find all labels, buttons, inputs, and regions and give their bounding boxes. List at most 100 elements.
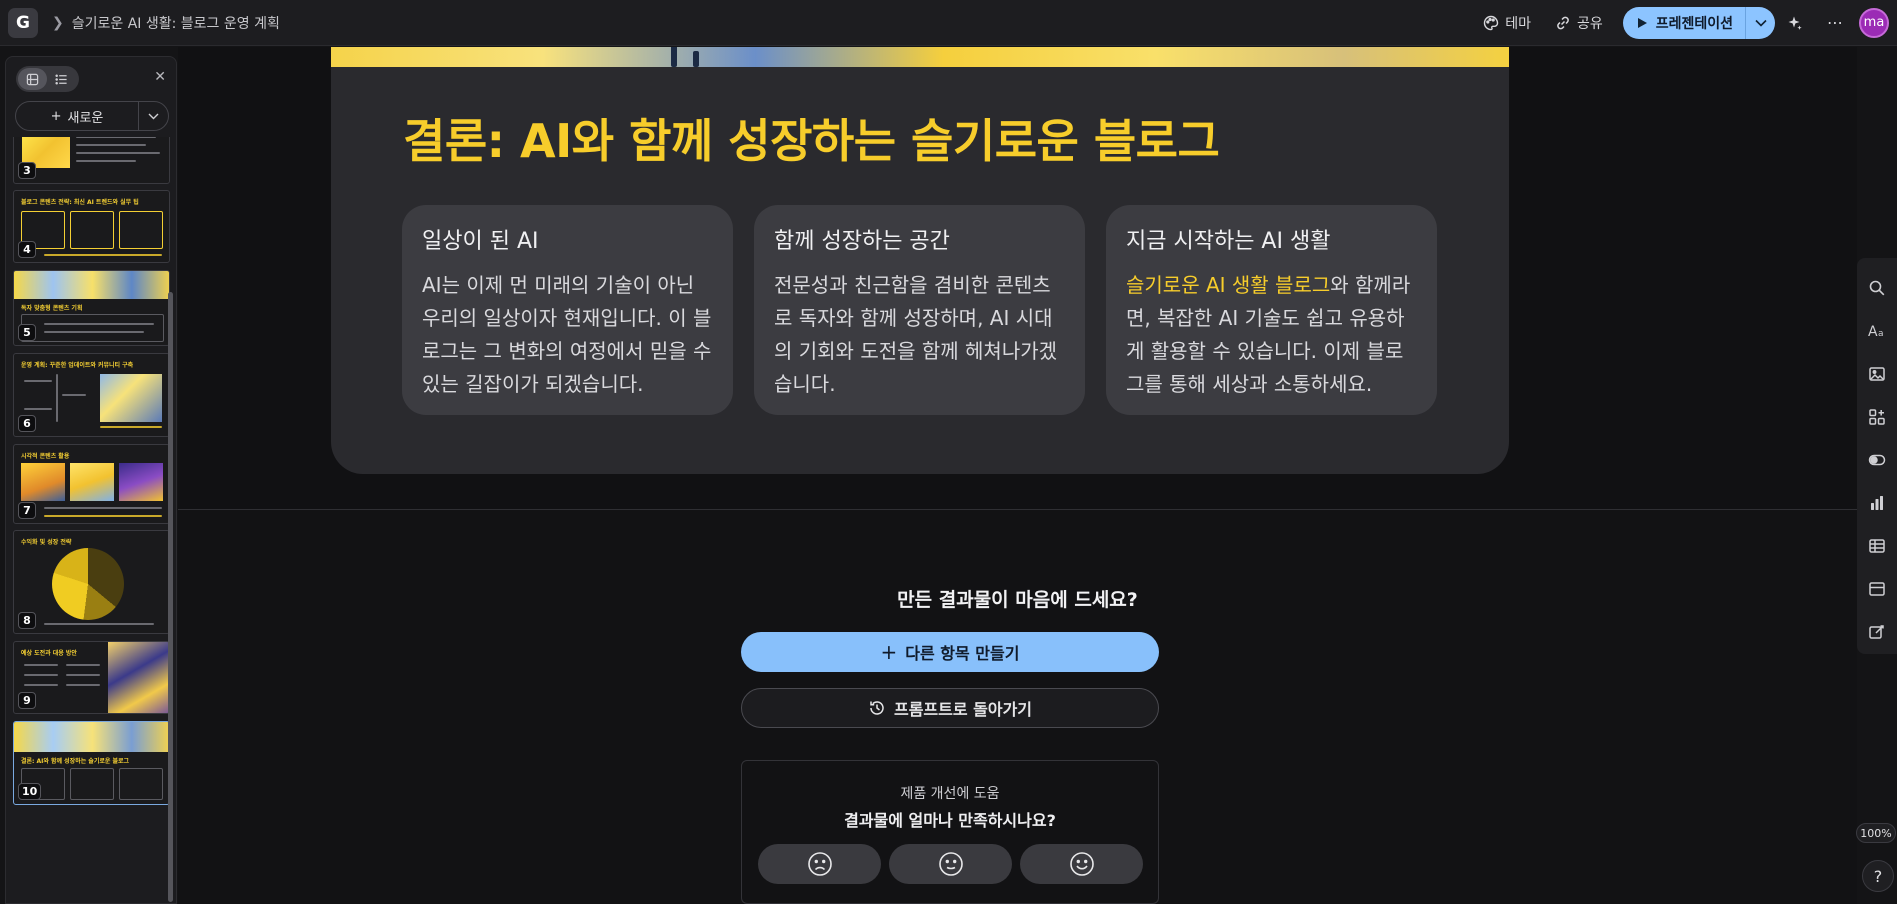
new-slide-button[interactable]: + 새로운 xyxy=(16,107,138,126)
help-icon: ? xyxy=(1873,866,1883,886)
table-button[interactable] xyxy=(1857,525,1897,568)
present-dropdown-button[interactable] xyxy=(1745,6,1775,39)
thumbnail-text-line xyxy=(66,674,100,676)
present-label: 프레젠테이션 xyxy=(1655,15,1733,32)
illustration-figure xyxy=(693,51,699,67)
add-block-icon xyxy=(1869,409,1885,425)
back-to-prompt-button[interactable]: 프롬프트로 돌아가기 xyxy=(741,688,1159,728)
help-button[interactable]: ? xyxy=(1862,860,1894,892)
link-icon xyxy=(1557,16,1569,29)
slide-thumbnail-6[interactable]: 운영 계획: 꾸준한 업데이트와 커뮤니티 구축 6 xyxy=(13,353,170,437)
thumbnail-image xyxy=(108,642,169,713)
slide-10[interactable]: 결론: AI와 함께 성장하는 슬기로운 블로그 일상이 된 AI AI는 이제… xyxy=(331,47,1509,474)
chart-button[interactable] xyxy=(1857,482,1897,525)
back-to-prompt-label: 프롬프트로 돌아가기 xyxy=(893,700,1033,719)
create-another-button[interactable]: + 다른 항목 만들기 xyxy=(741,632,1159,672)
thumbnail-title: 결론: AI와 함께 성장하는 슬기로운 블로그 xyxy=(21,758,130,765)
toggle-button[interactable] xyxy=(1857,438,1897,481)
card-body: 전문성과 친근함을 겸비한 콘텐츠로 독자와 함께 성장하며, AI 시대의 기… xyxy=(774,273,1058,396)
thumbnail-text-line xyxy=(44,507,162,509)
thumbnail-text-line xyxy=(24,664,58,666)
card-growing-space[interactable]: 함께 성장하는 공간 전문성과 친근함을 겸비한 콘텐츠로 독자와 함께 성장하… xyxy=(754,205,1085,415)
slide-number: 6 xyxy=(18,415,36,432)
card-body: 슬기로운 AI 생활 블로그와 함께라면, 복잡한 AI 기술도 쉽고 유용하게… xyxy=(1126,269,1417,401)
slide-number: 4 xyxy=(18,241,36,258)
theme-label: 테마 xyxy=(1505,15,1531,32)
slide-thumbnail-4[interactable]: 블로그 콘텐츠 전략: 최신 AI 트렌드와 실무 팁 4 xyxy=(13,190,170,263)
rating-neutral-button[interactable] xyxy=(889,844,1012,884)
image-button[interactable] xyxy=(1857,352,1897,395)
slide-number: 7 xyxy=(18,502,36,519)
slide-thumbnail-9[interactable]: 예상 도전과 대응 방안 9 xyxy=(13,641,170,714)
layout-button[interactable] xyxy=(1857,568,1897,611)
thumbnail-card xyxy=(119,211,163,249)
text-style-button[interactable]: Aa xyxy=(1857,309,1897,352)
search-button[interactable] xyxy=(1857,266,1897,309)
slide-area: 결론: AI와 함께 성장하는 슬기로운 블로그 일상이 된 AI AI는 이제… xyxy=(178,47,1857,510)
font-size-icon: Aa xyxy=(1868,324,1884,340)
slide-thumbnail-7[interactable]: 시각적 콘텐츠 활용 7 xyxy=(13,444,170,524)
slide-title[interactable]: 결론: AI와 함께 성장하는 슬기로운 블로그 xyxy=(403,105,1220,171)
table-icon xyxy=(1869,539,1885,553)
zoom-level[interactable]: 100% xyxy=(1856,823,1896,843)
home-logo[interactable]: G xyxy=(8,7,38,38)
thumbnail-text-line xyxy=(44,515,162,517)
slide-thumbnail-8[interactable]: 수익화 및 성장 전략 8 xyxy=(13,530,170,634)
more-options-button[interactable]: ⋯ xyxy=(1815,7,1855,39)
more-horizontal-icon: ⋯ xyxy=(1827,13,1843,32)
present-button[interactable]: 프레젠테이션 xyxy=(1623,13,1745,33)
card-start-now[interactable]: 지금 시작하는 AI 생활 슬기로운 AI 생활 블로그와 함께라면, 복잡한 … xyxy=(1106,205,1437,415)
slide-number: 9 xyxy=(18,692,36,709)
new-slide-split-button: + 새로운 xyxy=(15,101,169,131)
thumbnail-timeline xyxy=(56,374,58,422)
plus-icon: + xyxy=(880,640,898,664)
editor-canvas: 결론: AI와 함께 성장하는 슬기로운 블로그 일상이 된 AI AI는 이제… xyxy=(178,47,1857,904)
neutral-face-icon xyxy=(938,852,963,876)
thumbnail-text-line xyxy=(76,160,136,162)
thumbnail-view-button[interactable] xyxy=(18,68,47,90)
thumbnail-text-line xyxy=(24,684,58,686)
thumbnail-title: 운영 계획: 꾸준한 업데이트와 커뮤니티 구축 xyxy=(21,362,134,369)
illustration-figure xyxy=(671,47,677,67)
image-icon xyxy=(1869,367,1885,381)
list-view-button[interactable] xyxy=(47,68,76,90)
slide-thumbnail-10[interactable]: 결론: AI와 함께 성장하는 슬기로운 블로그 10 xyxy=(13,721,170,805)
card-heading: 지금 시작하는 AI 생활 xyxy=(1126,229,1331,254)
card-heading: 함께 성장하는 공간 xyxy=(774,229,950,254)
slide-thumbnails: 3 블로그 콘텐츠 전략: 최신 AI 트렌드와 실무 팁 4 독자 맞춤형 콘… xyxy=(13,137,170,904)
card-daily-ai[interactable]: 일상이 된 AI AI는 이제 먼 미래의 기술이 아닌 우리의 일상이자 현재… xyxy=(402,205,733,415)
thumbnail-card xyxy=(70,768,114,800)
thumbnail-image xyxy=(70,463,114,501)
bar-chart-icon xyxy=(1871,496,1883,511)
thumbnail-text-line xyxy=(76,137,156,138)
edit-icon xyxy=(1869,625,1884,640)
ai-sparkle-button[interactable] xyxy=(1775,7,1815,39)
rating-happy-button[interactable] xyxy=(1020,844,1143,884)
slides-panel: ✕ + 새로운 3 블로그 콘텐츠 전략: 최신 AI 트렌드와 실무 팁 4 xyxy=(5,56,177,904)
add-block-button[interactable] xyxy=(1857,395,1897,438)
close-panel-icon[interactable]: ✕ xyxy=(154,69,166,85)
thumbnail-title: 블로그 콘텐츠 전략: 최신 AI 트렌드와 실무 팁 xyxy=(21,199,139,206)
rating-unhappy-button[interactable] xyxy=(758,844,881,884)
user-avatar[interactable]: ma xyxy=(1859,7,1889,38)
slide-thumbnail-5[interactable]: 독자 맞춤형 콘텐츠 기획 5 xyxy=(13,270,170,346)
document-title[interactable]: 슬기로운 AI 생활: 블로그 운영 계획 xyxy=(72,13,280,33)
thumbnail-text-line xyxy=(24,408,52,410)
edit-button[interactable] xyxy=(1857,611,1897,654)
new-slide-dropdown-button[interactable] xyxy=(138,102,168,130)
thumbnail-text-line xyxy=(76,144,146,146)
thumbnail-image xyxy=(14,722,169,752)
thumbnail-image xyxy=(14,271,169,299)
view-toggle xyxy=(16,66,79,92)
palette-icon xyxy=(1483,15,1499,30)
thumbnail-text-line xyxy=(24,380,52,382)
right-toolbar: Aa xyxy=(1857,258,1897,654)
slide-thumbnail-3[interactable]: 3 xyxy=(13,137,170,184)
share-button[interactable]: 공유 xyxy=(1543,8,1615,38)
theme-button[interactable]: 테마 xyxy=(1471,8,1543,38)
share-label: 공유 xyxy=(1576,15,1603,32)
thumbnail-text-line xyxy=(44,331,144,333)
thumbnail-table xyxy=(21,314,164,342)
thumbnail-text-line xyxy=(44,323,154,325)
panel-scrollbar[interactable] xyxy=(168,292,173,902)
